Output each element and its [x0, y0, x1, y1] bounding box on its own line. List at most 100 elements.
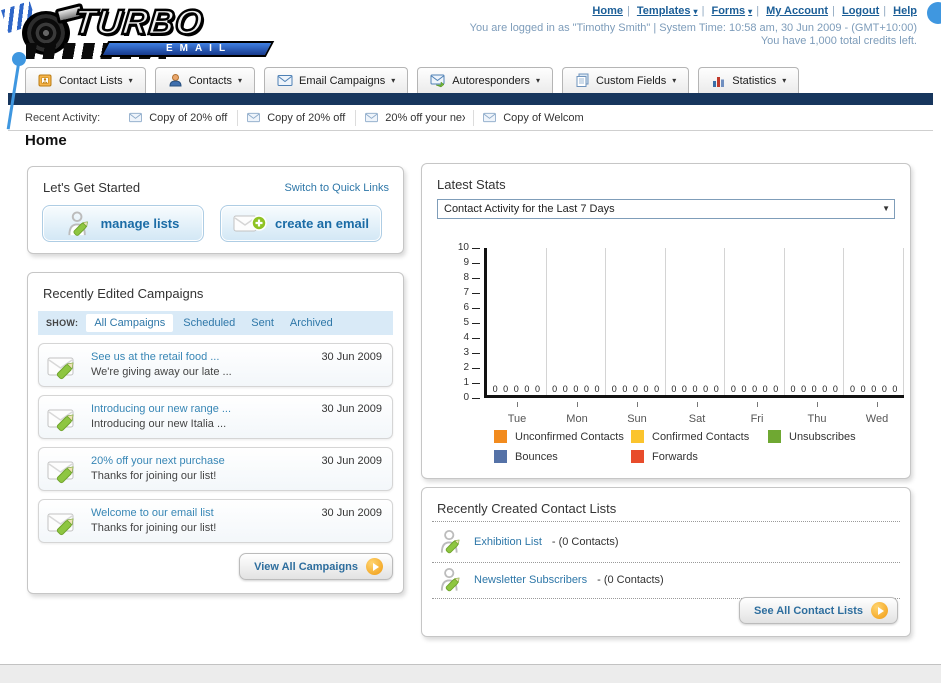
campaign-filter-bar: SHOW: All Campaigns Scheduled Sent Archi…: [38, 311, 393, 335]
x-tick: Sun: [607, 402, 667, 427]
envelope-icon: [277, 75, 293, 86]
bar-value-label: 0: [713, 384, 719, 394]
envelope-pencil-icon: [47, 357, 74, 380]
tab-statistics[interactable]: Statistics ▾: [698, 67, 800, 93]
chart-y-axis: 0 1 2 3 4 5 6 7 8 9 10: [440, 242, 482, 403]
x-tick: Sat: [667, 402, 727, 427]
filter-archived[interactable]: Archived: [290, 317, 333, 329]
bar-value-label: 0: [583, 384, 589, 394]
bar-value-label: 0: [503, 384, 509, 394]
contact-list-count: - (0 Contacts): [597, 573, 664, 586]
tab-label: Statistics: [732, 74, 777, 87]
bar-value-labels: 00000: [606, 384, 665, 394]
envelope-icon: [365, 112, 379, 123]
app-logo[interactable]: TURBO EMAIL: [1, 0, 275, 61]
manage-lists-label: manage lists: [100, 216, 180, 231]
bar-value-label: 0: [762, 384, 768, 394]
campaign-title-link[interactable]: See us at the retail food ...: [91, 351, 219, 363]
campaign-title-link[interactable]: 20% off your next purchase: [91, 455, 225, 467]
recent-activity-bar: Recent Activity: Copy of 20% off yo Copy…: [8, 105, 933, 131]
contact-list-link[interactable]: Exhibition List: [474, 536, 542, 548]
tab-label: Contacts: [188, 74, 233, 87]
nav-link-help[interactable]: Help: [893, 5, 917, 17]
bar-value-label: 0: [692, 384, 698, 394]
tab-custom-fields[interactable]: Custom Fields ▾: [561, 67, 690, 93]
recent-activity-item[interactable]: Copy of 20% off yo: [237, 109, 355, 126]
campaign-row[interactable]: Welcome to our email list Thanks for joi…: [38, 499, 393, 543]
page: TURBO EMAIL Home | Templates ▾ | Forms ▾ | …: [1, 0, 933, 664]
stats-dropdown[interactable]: Contact Activity for the Last 7 Days ▼: [437, 199, 895, 219]
filter-sent[interactable]: Sent: [251, 317, 274, 329]
main-tabs: Contact Lists ▾ Contacts ▾ Email Campaigns…: [25, 67, 800, 93]
recent-activity-item[interactable]: 20% off your next p: [355, 109, 473, 126]
nav-link-home[interactable]: Home: [592, 5, 623, 17]
tab-email-campaigns[interactable]: Email Campaigns ▾: [264, 67, 409, 93]
nav-link-my-account[interactable]: My Account: [766, 5, 828, 17]
campaign-row[interactable]: Introducing our new range ... Introducin…: [38, 395, 393, 439]
nav-link-logout[interactable]: Logout: [842, 5, 879, 17]
bar-value-label: 0: [534, 384, 540, 394]
templates-dropdown-icon[interactable]: ▾: [694, 7, 698, 16]
bar-value-label: 0: [850, 384, 856, 394]
see-all-contact-lists-button[interactable]: See All Contact Lists: [738, 597, 898, 624]
manage-lists-button[interactable]: manage lists: [42, 205, 204, 242]
filter-all-campaigns[interactable]: All Campaigns: [86, 314, 174, 332]
contact-list-row[interactable]: Exhibition List - (0 Contacts): [440, 528, 619, 555]
arrow-icon: [366, 558, 383, 575]
campaign-date: 30 Jun 2009: [321, 455, 382, 467]
x-tick: Wed: [847, 402, 907, 427]
campaign-row[interactable]: See us at the retail food ... We're givi…: [38, 343, 393, 387]
chart-plot: 00000000000000000000000000000000000: [484, 248, 905, 398]
tab-contact-lists[interactable]: Contact Lists ▾: [25, 67, 146, 93]
recent-activity-item[interactable]: Copy of 20% off yo: [120, 110, 237, 126]
create-email-button[interactable]: create an email: [220, 205, 382, 242]
legend-swatch: [631, 450, 644, 463]
envelope-icon: [483, 112, 497, 123]
person-pencil-icon: [68, 211, 88, 236]
forms-dropdown-icon[interactable]: ▾: [748, 7, 752, 16]
legend-swatch: [494, 430, 507, 443]
y-tick-mark: [472, 293, 480, 294]
address-book-icon: [38, 74, 52, 87]
bar-value-label: 0: [881, 384, 887, 394]
contact-list-link[interactable]: Newsletter Subscribers: [474, 574, 587, 586]
tab-label: Autoresponders: [452, 74, 530, 87]
contact-list-row[interactable]: Newsletter Subscribers - (0 Contacts): [440, 566, 664, 593]
y-tick-mark: [472, 248, 480, 249]
tab-contacts[interactable]: Contacts ▾: [154, 67, 256, 93]
bar-chart-icon: [713, 76, 725, 87]
x-tick-label: Sat: [688, 413, 706, 425]
chart-day-group: 00000: [547, 248, 607, 395]
campaign-row[interactable]: 20% off your next purchase Thanks for jo…: [38, 447, 393, 491]
recent-activity-item[interactable]: Copy of Welcome to: [473, 109, 591, 126]
envelope-pencil-icon: [47, 409, 74, 432]
y-tick-label: 2: [463, 362, 469, 373]
nav-link-forms[interactable]: Forms: [711, 5, 745, 17]
y-tick-mark: [472, 398, 480, 399]
bar-value-label: 0: [860, 384, 866, 394]
bar-value-labels: 00000: [725, 384, 784, 394]
campaign-title-link[interactable]: Introducing our new range ...: [91, 403, 231, 415]
bar-value-label: 0: [822, 384, 828, 394]
chart-day-group: 00000: [844, 248, 905, 395]
campaign-subtitle: Thanks for joining our list!: [91, 522, 217, 534]
bar-value-label: 0: [552, 384, 558, 394]
person-pencil-icon: [440, 567, 460, 592]
campaign-title-link[interactable]: Welcome to our email list: [91, 507, 214, 519]
tab-autoresponders[interactable]: Autoresponders ▾: [417, 67, 553, 93]
legend-label: Forwards: [652, 450, 698, 463]
bar-value-label: 0: [654, 384, 660, 394]
x-tick: Fri: [727, 402, 787, 427]
envelope-pencil-icon: [47, 461, 74, 484]
envelope-pencil-icon: [47, 513, 74, 536]
y-tick-label: 10: [457, 242, 469, 253]
nav-link-templates[interactable]: Templates: [637, 5, 691, 17]
bar-value-label: 0: [741, 384, 747, 394]
switch-quick-links[interactable]: Switch to Quick Links: [284, 182, 389, 194]
chart-x-axis: Tue Mon Sun Sat Fri Thu Wed: [487, 402, 907, 427]
filter-scheduled[interactable]: Scheduled: [183, 317, 235, 329]
legend-item: Forwards: [631, 450, 768, 463]
view-all-campaigns-button[interactable]: View All Campaigns: [239, 553, 393, 580]
legend-item: Bounces: [494, 450, 631, 463]
bar-value-label: 0: [832, 384, 838, 394]
